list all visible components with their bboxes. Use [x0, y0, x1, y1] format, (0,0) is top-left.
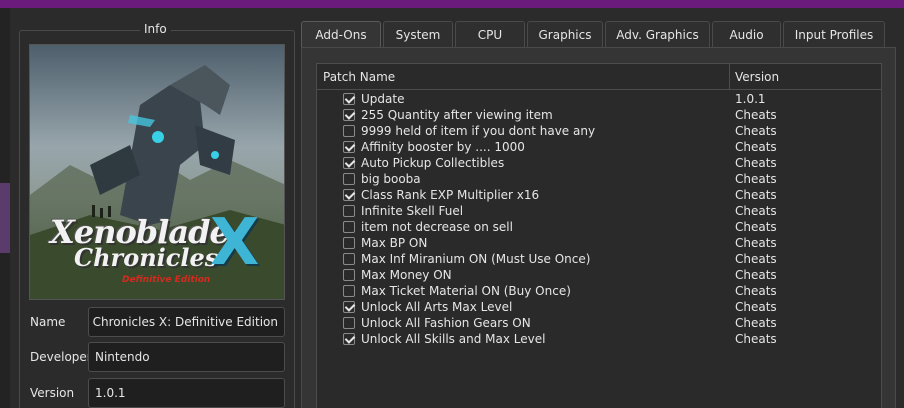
table-row[interactable]: 255 Quantity after viewing item Cheats	[317, 107, 881, 123]
patch-checkbox[interactable]	[343, 93, 355, 105]
info-group-title: Info	[140, 22, 171, 36]
patch-name: 9999 held of item if you dont have any	[361, 124, 596, 138]
patch-version: Cheats	[735, 300, 777, 314]
patch-checkbox[interactable]	[343, 205, 355, 217]
table-header: Patch Name Version	[317, 64, 881, 90]
patch-checkbox[interactable]	[343, 237, 355, 249]
patch-name: Affinity booster by .... 1000	[361, 140, 525, 154]
patch-name: Max Ticket Material ON (Buy Once)	[361, 284, 571, 298]
patch-version: Cheats	[735, 236, 777, 250]
patch-checkbox[interactable]	[343, 125, 355, 137]
background-thumbnail	[0, 183, 10, 253]
tab-add-ons[interactable]: Add-Ons	[301, 21, 381, 48]
table-row[interactable]: item not decrease on sell Cheats	[317, 219, 881, 235]
tab-audio[interactable]: Audio	[712, 21, 781, 47]
patch-name: Infinite Skell Fuel	[361, 204, 464, 218]
table-row[interactable]: Update 1.0.1	[317, 91, 881, 107]
patch-name: Max Money ON	[361, 268, 452, 282]
cover-logo-line2: Chronicles	[74, 243, 219, 272]
table-row[interactable]: big booba Cheats	[317, 171, 881, 187]
patch-checkbox[interactable]	[343, 285, 355, 297]
column-header-patch-name[interactable]: Patch Name	[323, 64, 395, 90]
patch-checkbox[interactable]	[343, 141, 355, 153]
patch-checkbox[interactable]	[343, 173, 355, 185]
patch-version: Cheats	[735, 124, 777, 138]
patch-version: Cheats	[735, 252, 777, 266]
patch-version: Cheats	[735, 284, 777, 298]
tab-adv-graphics[interactable]: Adv. Graphics	[605, 21, 710, 47]
table-row[interactable]: Unlock All Skills and Max Level Cheats	[317, 331, 881, 347]
patch-name: 255 Quantity after viewing item	[361, 108, 553, 122]
patch-checkbox[interactable]	[343, 333, 355, 345]
table-row[interactable]: Max Inf Miranium ON (Must Use Once) Cheat…	[317, 251, 881, 267]
game-cover-image: Xenoblade Chronicles X Definitive Editio…	[29, 44, 285, 300]
patch-name: Unlock All Fashion Gears ON	[361, 316, 531, 330]
patch-version: Cheats	[735, 268, 777, 282]
name-field-value: Xenoblade Chronicles X: Definitive Editi…	[89, 315, 278, 329]
patch-checkbox[interactable]	[343, 253, 355, 265]
patch-checkbox[interactable]	[343, 109, 355, 121]
cover-logo-edition: Definitive Edition	[122, 275, 211, 285]
developer-field[interactable]: Nintendo	[88, 342, 285, 372]
patch-name: Max Inf Miranium ON (Must Use Once)	[361, 252, 591, 266]
table-row[interactable]: Affinity booster by .... 1000 Cheats	[317, 139, 881, 155]
patch-version: Cheats	[735, 332, 777, 346]
patch-version: 1.0.1	[735, 92, 766, 106]
column-header-version[interactable]: Version	[735, 64, 779, 90]
table-row[interactable]: Infinite Skell Fuel Cheats	[317, 203, 881, 219]
patch-version: Cheats	[735, 220, 777, 234]
tab-cpu[interactable]: CPU	[455, 21, 525, 47]
patch-name: Auto Pickup Collectibles	[361, 156, 505, 170]
table-row[interactable]: Unlock All Fashion Gears ON Cheats	[317, 315, 881, 331]
patch-checkbox[interactable]	[343, 157, 355, 169]
tab-input-profiles[interactable]: Input Profiles	[783, 21, 885, 47]
patch-name: Update	[361, 92, 405, 106]
version-field[interactable]: 1.0.1	[88, 378, 285, 408]
patch-checkbox[interactable]	[343, 269, 355, 281]
patch-checkbox[interactable]	[343, 301, 355, 313]
name-label: Name	[30, 315, 66, 329]
cover-logo-x: X	[210, 206, 260, 280]
patch-name: Max BP ON	[361, 236, 428, 250]
patch-version: Cheats	[735, 172, 777, 186]
patch-name: Unlock All Skills and Max Level	[361, 332, 546, 346]
column-divider[interactable]	[729, 64, 730, 90]
patch-checkbox[interactable]	[343, 189, 355, 201]
patch-name: Class Rank EXP Multiplier x16	[361, 188, 540, 202]
table-row[interactable]: Max Money ON Cheats	[317, 267, 881, 283]
version-label: Version	[30, 386, 75, 400]
patch-name: big booba	[361, 172, 421, 186]
table-row[interactable]: Max BP ON Cheats	[317, 235, 881, 251]
patch-version: Cheats	[735, 204, 777, 218]
tab-system[interactable]: System	[383, 21, 453, 47]
patch-version: Cheats	[735, 140, 777, 154]
table-row[interactable]: Max Ticket Material ON (Buy Once) Cheats	[317, 283, 881, 299]
developer-label: Developer	[30, 350, 92, 364]
table-row[interactable]: 9999 held of item if you dont have any Ch…	[317, 123, 881, 139]
patch-checkbox[interactable]	[343, 317, 355, 329]
tab-graphics[interactable]: Graphics	[527, 21, 603, 47]
background-window-strip	[0, 8, 10, 408]
patch-version: Cheats	[735, 156, 777, 170]
patch-version: Cheats	[735, 316, 777, 330]
patch-version: Cheats	[735, 188, 777, 202]
table-row[interactable]: Auto Pickup Collectibles Cheats	[317, 155, 881, 171]
window-accent-bar	[0, 0, 904, 8]
patch-table[interactable]: Patch Name Version Update 1.0.1 255 Quanti…	[316, 63, 882, 408]
table-row[interactable]: Unlock All Arts Max Level Cheats	[317, 299, 881, 315]
table-row[interactable]: Class Rank EXP Multiplier x16 Cheats	[317, 187, 881, 203]
patch-name: item not decrease on sell	[361, 220, 513, 234]
patch-checkbox[interactable]	[343, 221, 355, 233]
patch-name: Unlock All Arts Max Level	[361, 300, 513, 314]
patch-version: Cheats	[735, 108, 777, 122]
name-field[interactable]: Xenoblade Chronicles X: Definitive Editi…	[88, 307, 285, 337]
